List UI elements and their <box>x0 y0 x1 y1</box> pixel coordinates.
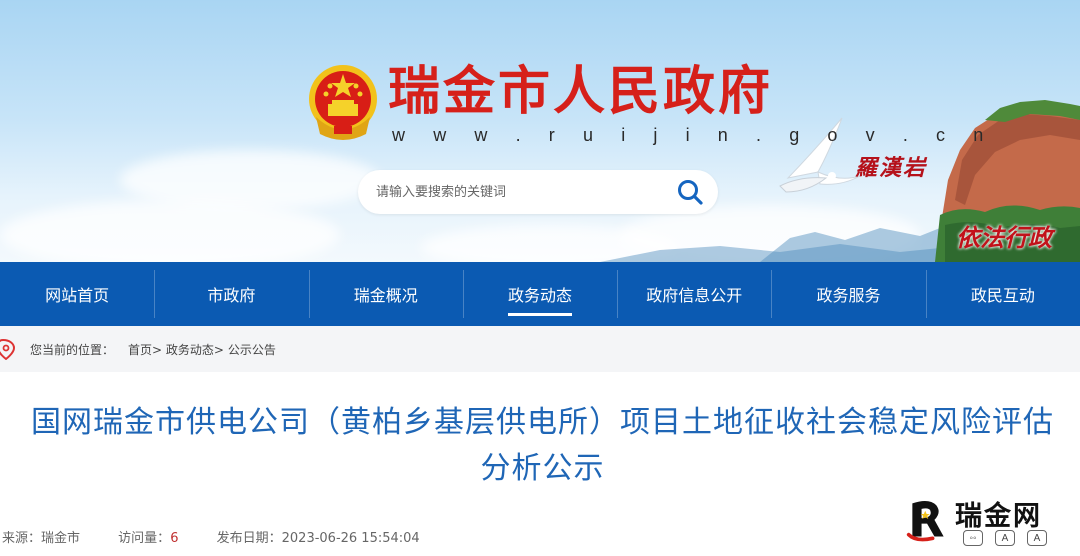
breadcrumb: 您当前的位置： 首页> 政务动态> 公示公告 <box>0 326 1080 372</box>
site-title: 瑞金市人民政府 <box>388 61 774 122</box>
breadcrumb-link-home[interactable]: 首页 <box>128 343 152 357</box>
publish-date-label: 发布日期： <box>216 531 282 546</box>
breadcrumb-label: 您当前的位置： <box>30 343 115 357</box>
search-input[interactable] <box>376 170 666 214</box>
national-emblem-icon <box>309 65 377 140</box>
watermark-text: 瑞金网 <box>955 501 1042 532</box>
scenic-spot-name: 羅漢岩 <box>855 155 928 181</box>
watermark-icon-row: ◦◦ A A <box>963 530 1047 546</box>
nav-item-government-news[interactable]: 政务动态 <box>462 262 617 326</box>
breadcrumb-separator: > <box>213 343 224 357</box>
article-title: 国网瑞金市供电公司（黄柏乡基层供电所）项目土地征收社会稳定风险评估分析公示 <box>31 405 1054 486</box>
nav-item-government-services[interactable]: 政务服务 <box>771 262 925 326</box>
views-label: 访问量： <box>118 531 171 546</box>
watermark: 瑞金网 ◦◦ A A <box>905 490 1080 556</box>
views-count: 6 <box>170 531 179 546</box>
search-icon[interactable] <box>676 178 704 206</box>
publish-date-value: 2023-06-26 15:54:04 <box>281 531 420 546</box>
watermark-logo-icon <box>906 500 944 542</box>
search-box <box>358 170 718 214</box>
nav-item-information-disclosure[interactable]: 政府信息公开 <box>617 262 771 326</box>
site-url: w w w . r u i j i n . g o v . c n <box>392 125 995 145</box>
article-meta: 来源：瑞金市 访问量：6 发布日期：2023-06-26 15:54:04 <box>0 527 420 546</box>
slogan-text: 依法行政 <box>956 223 1052 252</box>
breadcrumb-trail: 首页> 政务动态> 公示公告 <box>128 341 276 358</box>
font-size-icon: A <box>995 530 1015 546</box>
site-header: 瑞金市人民政府 w w w . r u i j i n . g o v . c … <box>0 0 1080 262</box>
nav-item-overview[interactable]: 瑞金概况 <box>308 262 463 326</box>
source-value: 瑞金市 <box>41 531 81 546</box>
nav-item-city-government[interactable]: 市政府 <box>154 262 308 326</box>
main-navigation: 网站首页 市政府 瑞金概况 政务动态 政府信息公开 政务服务 政民互动 <box>0 262 1080 326</box>
location-pin-icon <box>0 338 16 360</box>
font-size-icon: A <box>1027 530 1047 546</box>
breadcrumb-link-government-news[interactable]: 政务动态 <box>166 343 214 357</box>
breadcrumb-separator: > <box>152 343 163 357</box>
source-label: 来源： <box>2 531 42 546</box>
breadcrumb-link-announcements[interactable]: 公示公告 <box>228 343 276 357</box>
nav-item-public-interaction[interactable]: 政民互动 <box>925 262 1080 326</box>
chat-bubble-icon: ◦◦ <box>963 530 983 546</box>
nav-item-home[interactable]: 网站首页 <box>0 262 154 326</box>
